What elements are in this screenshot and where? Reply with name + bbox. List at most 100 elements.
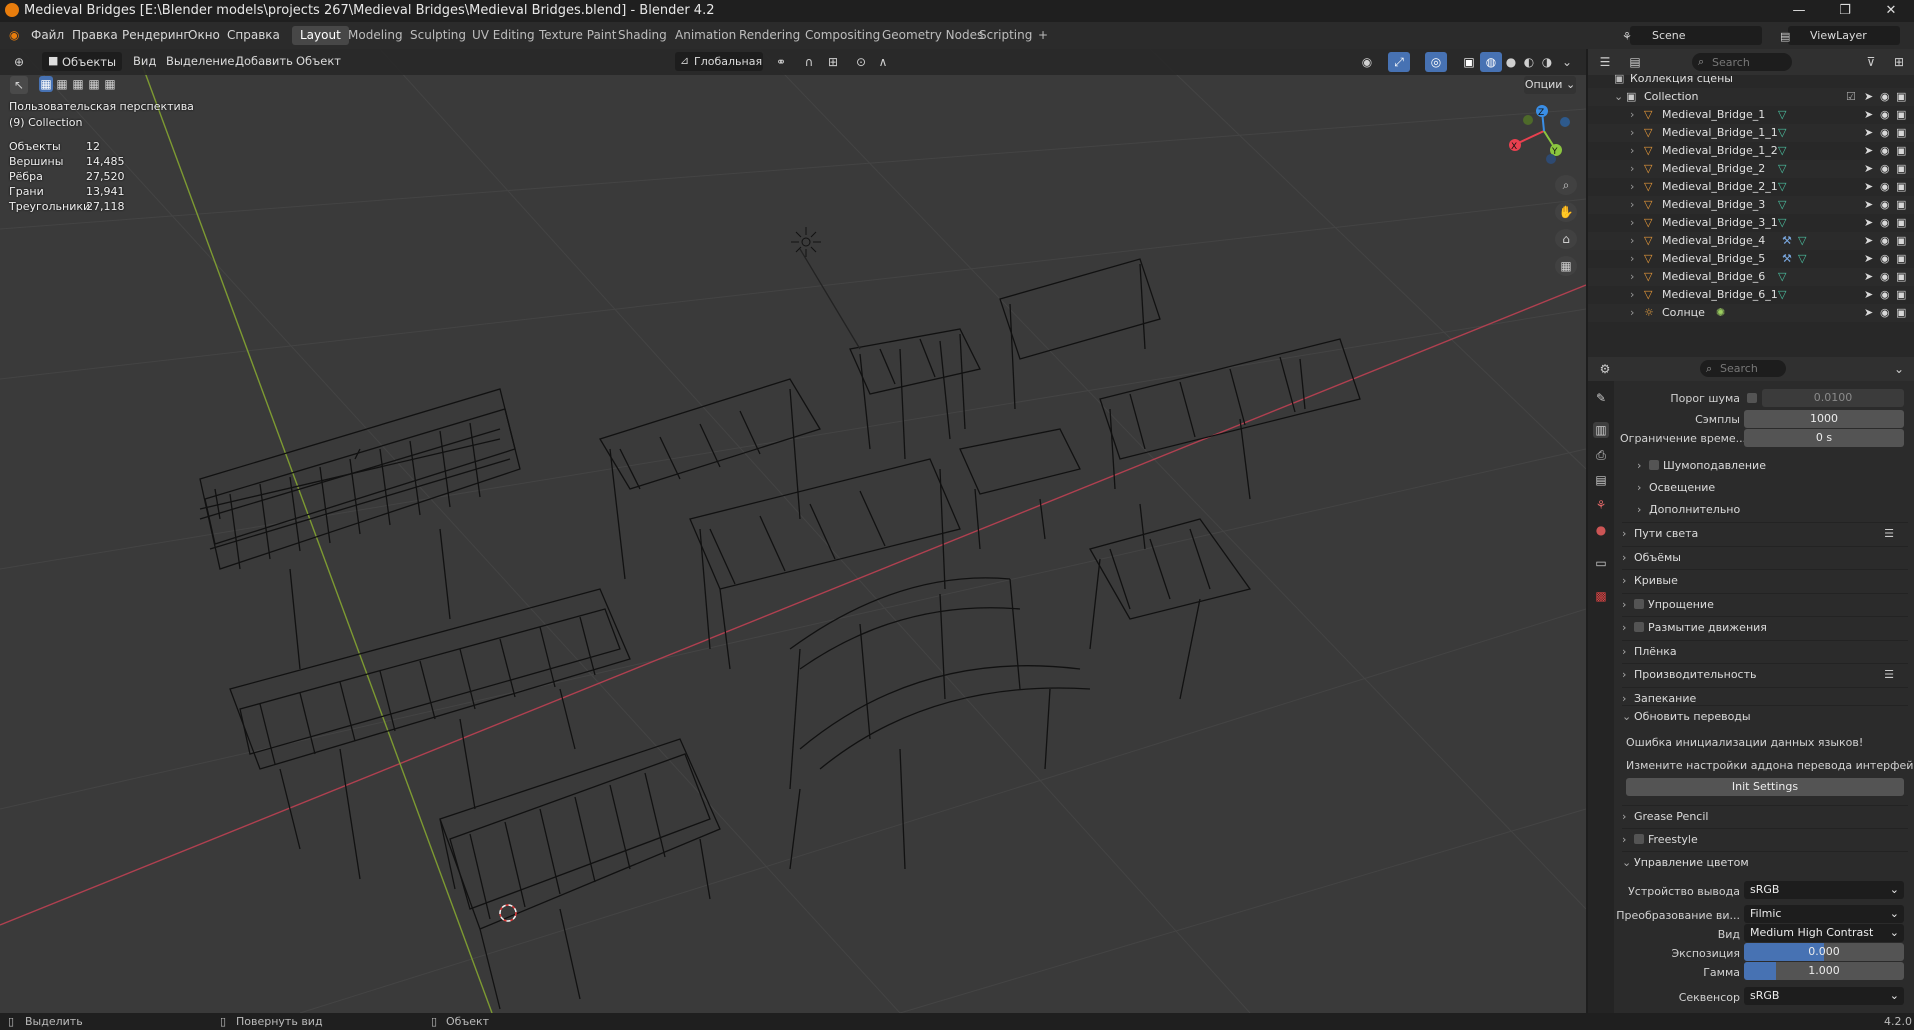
menu-object[interactable]: Объект [296,54,341,68]
expand-arrow-icon[interactable]: › [1630,268,1634,286]
eye-icon[interactable]: ◉ [1880,88,1890,106]
expand-arrow-icon[interactable]: › [1630,124,1634,142]
camera-icon[interactable]: ▣ [1896,142,1906,160]
pivot-icon[interactable]: ⚭ [770,52,792,72]
gizmo-neg-y-icon[interactable] [1523,115,1533,125]
render-section[interactable]: › Объёмы [1622,546,1908,569]
outliner-editor-type-icon[interactable]: ☰ [1594,52,1616,72]
eye-icon[interactable]: ◉ [1880,106,1890,124]
view-layer-selector[interactable]: ViewLayer [1788,26,1900,45]
options-dropdown[interactable]: Опции ⌄ [1524,76,1576,94]
select-arrow-icon[interactable]: ➤ [1864,142,1873,160]
freestyle-checkbox[interactable] [1634,834,1644,844]
minimize-button[interactable]: — [1776,0,1822,22]
render-tab-icon[interactable]: ▥ [1593,422,1609,438]
tab-modeling[interactable]: Modeling [340,26,411,45]
look-select[interactable]: Medium High Contrast ⌄ [1744,924,1904,942]
render-section[interactable]: › Производительность ☰ [1622,663,1908,686]
subsection-lighting[interactable]: › Освещение [1637,477,1907,499]
menu-file[interactable]: Файл [31,28,64,42]
select-arrow-icon[interactable]: ➤ [1864,214,1873,232]
section-update-translations[interactable]: ⌄ Обновить переводы [1622,705,1908,728]
zoom-icon[interactable]: ⌕ [1555,175,1577,195]
select-arrow-icon[interactable]: ➤ [1864,304,1873,322]
outliner-object-row[interactable]: › ▽ Medieval_Bridge_1_2 ▽ ➤ ◉ ▣ [1588,142,1914,160]
camera-view-icon[interactable]: ⌂ [1555,229,1577,249]
camera-icon[interactable]: ▣ [1896,214,1906,232]
expand-arrow-icon[interactable]: ⌄ [1614,88,1623,106]
view-layer-tab-icon[interactable]: ▤ [1593,472,1609,488]
outliner-object-row[interactable]: › ▽ Medieval_Bridge_1_1 ▽ ➤ ◉ ▣ [1588,124,1914,142]
scene-tab-icon[interactable]: ⚘ [1593,497,1609,513]
select-arrow-icon[interactable]: ➤ [1864,196,1873,214]
select-mode-invert-icon[interactable]: ▦ [87,76,101,92]
camera-icon[interactable]: ▣ [1896,286,1906,304]
snap-icon[interactable]: ∩ [798,52,820,72]
outliner-object-row[interactable]: › ▽ Medieval_Bridge_5 ⚒ ▽ ➤ ◉ ▣ [1588,250,1914,268]
select-arrow-icon[interactable]: ➤ [1864,178,1873,196]
rendered-shading-icon[interactable]: ◑ [1536,52,1558,72]
display-mode-icon[interactable]: ▤ [1624,52,1646,72]
expand-arrow-icon[interactable]: › [1630,160,1634,178]
select-arrow-icon[interactable]: ➤ [1864,106,1873,124]
render-section[interactable]: › Плёнка [1622,640,1908,663]
menu-view[interactable]: Вид [133,54,156,68]
expand-arrow-icon[interactable]: › [1630,214,1634,232]
world-tab-icon[interactable]: ● [1593,522,1609,538]
expand-arrow-icon[interactable]: › [1630,232,1634,250]
pan-hand-icon[interactable]: ✋ [1555,202,1577,222]
render-section[interactable]: › Размытие движения [1622,616,1908,639]
outliner-object-row[interactable]: › ▽ Medieval_Bridge_3 ▽ ➤ ◉ ▣ [1588,196,1914,214]
camera-icon[interactable]: ▣ [1896,196,1906,214]
select-arrow-icon[interactable]: ➤ [1864,232,1873,250]
menu-window[interactable]: Окно [188,28,220,42]
falloff-icon[interactable]: ∧ [872,52,894,72]
samples-field[interactable]: 1000 [1744,410,1904,428]
expand-arrow-icon[interactable]: › [1630,106,1634,124]
eye-icon[interactable]: ◉ [1880,268,1890,286]
render-section[interactable]: › Кривые [1622,569,1908,592]
select-arrow-icon[interactable]: ➤ [1864,160,1873,178]
filter-icon[interactable]: ⊽ [1860,52,1882,72]
tool-tab-icon[interactable]: ✎ [1593,390,1609,406]
camera-icon[interactable]: ▣ [1896,178,1906,196]
menu-render[interactable]: Рендеринг [122,28,190,42]
camera-icon[interactable]: ▣ [1896,124,1906,142]
select-tool-icon[interactable]: ↖ [10,76,28,94]
exposure-slider[interactable]: 0.000 [1744,943,1904,961]
select-mode-extend-icon[interactable]: ▦ [55,76,69,92]
gizmo-toggle-icon[interactable]: ⤢ [1388,52,1410,72]
menu-select[interactable]: Выделение [166,54,235,68]
outliner-object-row[interactable]: › ▽ Medieval_Bridge_2_1 ▽ ➤ ◉ ▣ [1588,178,1914,196]
eye-icon[interactable]: ◉ [1880,304,1890,322]
select-arrow-icon[interactable]: ➤ [1864,124,1873,142]
init-settings-button[interactable]: Init Settings [1626,778,1904,796]
subsection-advanced[interactable]: › Дополнительно [1637,499,1907,521]
camera-icon[interactable]: ▣ [1896,304,1906,322]
properties-editor-type-icon[interactable]: ⚙ [1594,359,1616,379]
transform-orientation-selector[interactable]: ⊿ Глобальная [675,52,763,71]
time-limit-field[interactable]: 0 s [1744,429,1904,447]
properties-search-input[interactable]: ⌕ Search [1700,360,1786,377]
expand-arrow-icon[interactable]: › [1630,196,1634,214]
outliner-object-row[interactable]: › ▽ Medieval_Bridge_3_1 ▽ ➤ ◉ ▣ [1588,214,1914,232]
shading-options-icon[interactable]: ⌄ [1556,52,1578,72]
gamma-slider[interactable]: 1.000 [1744,962,1904,980]
section-freestyle[interactable]: › Freestyle [1622,828,1908,851]
outliner-scene-collection[interactable]: ▣ Коллекция сцены [1588,70,1914,88]
texture-tab-icon[interactable]: ▩ [1593,588,1609,604]
render-section[interactable]: › Пути света ☰ [1622,522,1908,545]
section-color-management[interactable]: ⌄ Управление цветом [1622,851,1908,874]
noise-threshold-field[interactable]: 0.0100 [1762,389,1904,407]
close-button[interactable]: ✕ [1868,0,1914,22]
sequencer-select[interactable]: sRGB ⌄ [1744,987,1904,1005]
mode-selector[interactable]: ■ Объекты [42,52,122,71]
output-tab-icon[interactable]: ⎙ [1593,447,1609,463]
3d-viewport[interactable]: X Y Z [0,49,1586,1013]
view-transform-select[interactable]: Filmic ⌄ [1744,905,1904,923]
denoising-checkbox[interactable] [1649,460,1659,470]
xray-icon[interactable]: ▣ [1458,52,1480,72]
add-workspace-button[interactable]: + [1030,26,1056,45]
camera-icon[interactable]: ▣ [1896,268,1906,286]
camera-icon[interactable]: ▣ [1896,232,1906,250]
